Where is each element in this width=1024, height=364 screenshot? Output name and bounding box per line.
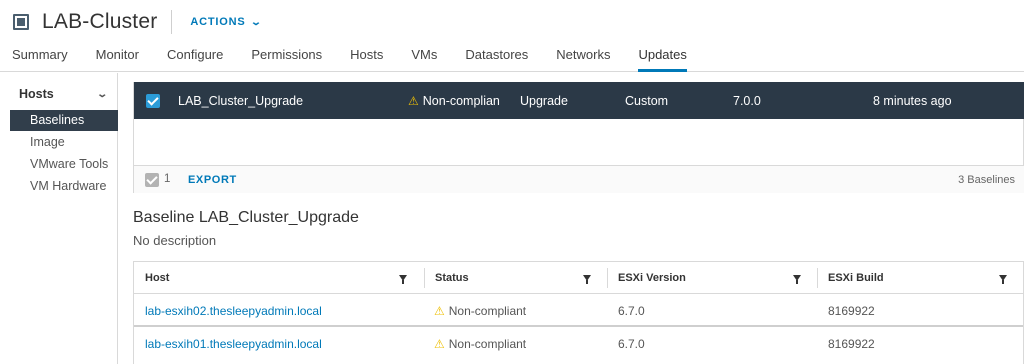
baseline-modified: 8 minutes ago <box>873 93 952 108</box>
column-header-esxi-build[interactable]: ESXi Build <box>817 262 1023 294</box>
warning-icon: ⚠ <box>408 93 419 108</box>
filter-icon[interactable] <box>583 275 591 284</box>
sidebar-section-hosts[interactable]: Hosts ⌄ <box>0 83 118 105</box>
host-esxi-build: 8169922 <box>828 304 875 318</box>
column-header-host[interactable]: Host <box>134 262 423 294</box>
row-checkbox[interactable] <box>146 94 160 108</box>
title-divider <box>171 10 173 34</box>
host-esxi-build: 8169922 <box>828 337 875 351</box>
tab-vms[interactable]: VMs <box>411 44 437 72</box>
sidebar: Hosts ⌄ Baselines Image VMware Tools VM … <box>0 73 118 364</box>
baseline-detail-title: Baseline LAB_Cluster_Upgrade <box>133 209 359 226</box>
host-esxi-version: 6.7.0 <box>618 304 645 318</box>
warning-icon: ⚠ <box>434 304 445 318</box>
tab-datastores[interactable]: Datastores <box>465 44 528 72</box>
table-row[interactable]: lab-esxih02.thesleepyadmin.local ⚠ Non-co… <box>134 295 1023 327</box>
baselines-grid: LAB_Cluster_Upgrade ⚠ Non-complian Upgrad… <box>133 82 1024 193</box>
page-header: LAB-Cluster ACTIONS ⌄ Summary Monitor Co… <box>0 0 1024 72</box>
host-link[interactable]: lab-esxih01.thesleepyadmin.local <box>145 337 322 351</box>
selection-checkbox-icon <box>145 173 159 187</box>
actions-menu-button[interactable]: ACTIONS ⌄ <box>190 16 263 28</box>
chevron-down-icon: ⌄ <box>95 88 108 100</box>
host-status: ⚠ Non-compliant <box>434 337 527 351</box>
tab-networks[interactable]: Networks <box>556 44 610 72</box>
hosts-grid: Host Status ESXi Version ESXi Build lab-… <box>133 261 1024 364</box>
table-row[interactable]: lab-esxih01.thesleepyadmin.local ⚠ Non-co… <box>134 328 1023 360</box>
tab-hosts[interactable]: Hosts <box>350 44 383 72</box>
page-title: LAB-Cluster <box>42 10 158 33</box>
baseline-origin: Custom <box>625 93 669 108</box>
sidebar-section-label: Hosts <box>19 87 54 101</box>
grid-footer: 1 EXPORT 3 Baselines <box>134 165 1024 193</box>
sidebar-item-baselines[interactable]: Baselines <box>10 110 118 131</box>
export-button[interactable]: EXPORT <box>188 174 237 186</box>
warning-icon: ⚠ <box>434 337 445 351</box>
chevron-down-icon: ⌄ <box>249 16 263 28</box>
tab-bar: Summary Monitor Configure Permissions Ho… <box>12 44 715 72</box>
tab-updates[interactable]: Updates <box>638 44 688 72</box>
baselines-total: 3 Baselines <box>958 174 1015 186</box>
cluster-icon <box>12 12 32 32</box>
baseline-type: Upgrade <box>520 93 568 108</box>
filter-icon[interactable] <box>793 275 801 284</box>
baseline-description: No description <box>133 233 217 248</box>
column-header-status[interactable]: Status <box>424 262 607 294</box>
selected-count: 1 <box>164 173 171 185</box>
sidebar-item-vmware-tools[interactable]: VMware Tools <box>10 154 118 175</box>
tab-configure[interactable]: Configure <box>167 44 223 72</box>
actions-label: ACTIONS <box>190 16 246 28</box>
baseline-status: ⚠ Non-complian <box>408 93 500 108</box>
host-link[interactable]: lab-esxih02.thesleepyadmin.local <box>145 304 322 318</box>
host-status: ⚠ Non-compliant <box>434 304 527 318</box>
tab-summary[interactable]: Summary <box>12 44 68 72</box>
main-content: LAB_Cluster_Upgrade ⚠ Non-complian Upgrad… <box>133 80 1024 364</box>
host-esxi-version: 6.7.0 <box>618 337 645 351</box>
baseline-name: LAB_Cluster_Upgrade <box>178 93 304 108</box>
baseline-version: 7.0.0 <box>733 93 761 108</box>
tab-permissions[interactable]: Permissions <box>251 44 322 72</box>
filter-icon[interactable] <box>399 275 407 284</box>
column-header-esxi-version[interactable]: ESXi Version <box>607 262 817 294</box>
sidebar-item-image[interactable]: Image <box>10 132 118 153</box>
tab-monitor[interactable]: Monitor <box>96 44 139 72</box>
title-row: LAB-Cluster ACTIONS ⌄ <box>12 8 261 36</box>
hosts-grid-header: Host Status ESXi Version ESXi Build <box>134 262 1023 294</box>
filter-icon[interactable] <box>999 275 1007 284</box>
baseline-row-selected[interactable]: LAB_Cluster_Upgrade ⚠ Non-complian Upgrad… <box>134 82 1024 119</box>
sidebar-item-vm-hardware[interactable]: VM Hardware <box>10 176 118 197</box>
